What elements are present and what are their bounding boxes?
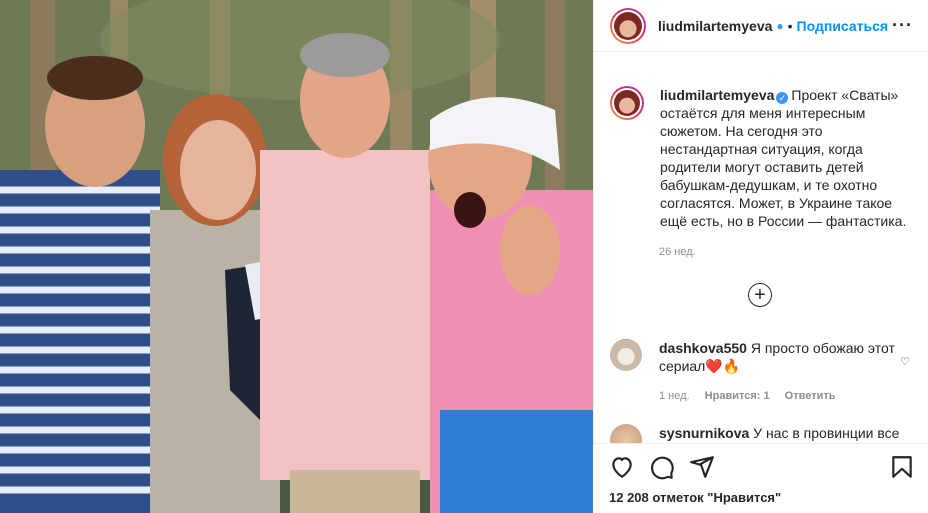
post-caption: liudmilartemyeva ✓ Проект «Сваты» остаётся…	[610, 86, 915, 230]
comment-body: sysnurnikova У нас в провинции все	[659, 424, 899, 443]
comment-text: У нас в провинции все	[753, 425, 900, 441]
caption-avatar[interactable]	[610, 86, 644, 120]
likes-count[interactable]: 12 208 отметок "Нравится"	[609, 490, 781, 505]
comment-username[interactable]: dashkova550	[659, 340, 747, 356]
comment-avatar[interactable]	[610, 424, 642, 443]
comment-likes[interactable]: Нравится: 1	[705, 390, 770, 402]
caption-text: Проект «Сваты» остаётся для меня интерес…	[660, 87, 907, 229]
comment-item: dashkova550 Я просто обожаю этот сериал❤…	[610, 339, 915, 375]
comment-username[interactable]: sysnurnikova	[659, 425, 749, 441]
more-horizontal-icon[interactable]: ···	[892, 16, 913, 34]
share-icon[interactable]	[689, 454, 715, 480]
author-avatar[interactable]	[610, 7, 646, 44]
comment-avatar[interactable]	[610, 339, 642, 371]
caption-username[interactable]: liudmilartemyeva	[660, 87, 774, 103]
verified-badge-icon: ✓	[776, 92, 789, 104]
likes-number: 12 208	[609, 490, 649, 505]
comment-body: dashkova550 Я просто обожаю этот сериал❤…	[659, 339, 915, 375]
bookmark-icon[interactable]	[889, 454, 915, 480]
post-photo[interactable]	[0, 0, 593, 513]
caption-body: liudmilartemyeva ✓ Проект «Сваты» остаётся…	[660, 86, 915, 230]
author-username[interactable]: liudmilartemyeva	[658, 18, 772, 34]
comment-meta: 1 нед. Нравится: 1 Ответить	[659, 390, 848, 402]
verified-icon: ●	[776, 18, 784, 33]
post-actions: 12 208 отметок "Нравится"	[593, 443, 928, 513]
comment-heart-icon[interactable]: ♡	[900, 355, 910, 368]
plus-circle-icon[interactable]: +	[748, 283, 772, 307]
post-photo-image	[0, 0, 593, 513]
likes-suffix: отметок "Нравится"	[648, 490, 782, 505]
comment-item: sysnurnikova У нас в провинции все	[610, 424, 915, 443]
comment-time[interactable]: 1 нед.	[659, 390, 690, 402]
heart-icon[interactable]	[609, 454, 635, 480]
comment-icon[interactable]	[649, 454, 675, 480]
header-separator: •	[787, 17, 793, 34]
comment-reply-button[interactable]: Ответить	[785, 390, 836, 402]
caption-time[interactable]: 26 нед.	[659, 246, 696, 258]
follow-button[interactable]: Подписаться	[797, 18, 889, 34]
post-header: liudmilartemyeva ● • Подписаться ···	[594, 0, 928, 52]
